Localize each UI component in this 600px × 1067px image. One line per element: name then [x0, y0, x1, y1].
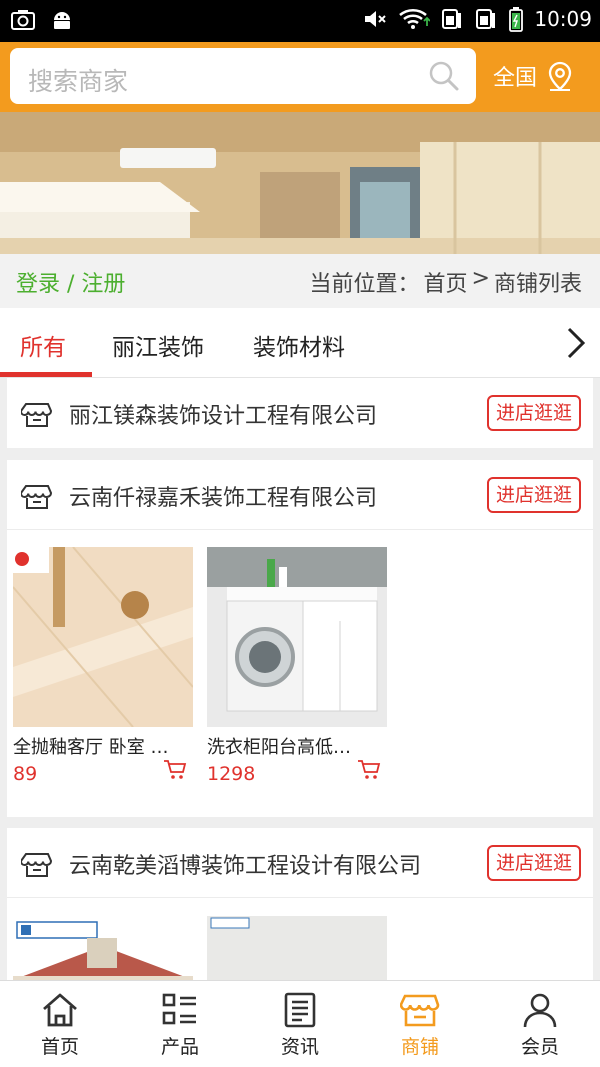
login-bar: 登录 / 注册 当前位置： 首页 > 商铺列表	[0, 254, 600, 308]
store-icon	[21, 485, 53, 509]
search-placeholder: 搜索商家	[28, 67, 129, 96]
product-image[interactable]	[207, 916, 387, 980]
breadcrumb-current: 商铺列表	[493, 272, 582, 297]
store-card-header[interactable]: 云南乾美滔博装饰工程设计有限公司 进店逛逛	[7, 828, 593, 898]
member-icon	[523, 993, 557, 1028]
nav-member[interactable]: 会员	[480, 981, 600, 1067]
chevron-right-icon[interactable]	[566, 326, 586, 360]
store-card-header[interactable]: 丽江镁森装饰设计工程有限公司 进店逛逛	[7, 378, 593, 448]
cart-icon[interactable]	[163, 759, 187, 781]
product-name[interactable]: 洗衣柜阳台高低…	[207, 733, 385, 759]
nav-products-label: 产品	[160, 1036, 199, 1058]
nav-member-label: 会员	[520, 1036, 559, 1058]
wall-product-photo	[207, 916, 387, 980]
product-image[interactable]	[13, 916, 193, 980]
category-tabs: 所有 丽江装饰 装饰材料	[0, 308, 600, 378]
signal-2-icon	[476, 9, 496, 29]
nav-news[interactable]: 资讯	[240, 981, 360, 1067]
search-header: 搜索商家 全国	[0, 42, 600, 112]
tab-decoration-materials[interactable]: 装饰材料	[253, 328, 345, 362]
mute-icon	[365, 11, 387, 27]
store-card: 云南仟禄嘉禾装饰工程有限公司 进店逛逛 全抛釉客厅 卧室 … 89 洗衣柜阳台高…	[7, 460, 593, 817]
laundry-cabinet-photo	[207, 547, 387, 727]
android-icon	[54, 12, 70, 29]
breadcrumb: 当前位置： 首页 > 商铺列表	[310, 266, 582, 298]
product-item[interactable]	[13, 916, 193, 980]
breadcrumb-prefix: 当前位置：	[309, 272, 420, 297]
store-icon	[21, 403, 53, 427]
store-card: 云南乾美滔博装饰工程设计有限公司 进店逛逛	[7, 828, 593, 980]
nav-news-label: 资讯	[280, 1036, 319, 1058]
active-tab-indicator	[0, 372, 92, 377]
search-input[interactable]: 搜索商家	[10, 48, 476, 104]
tab-all[interactable]: 所有	[20, 328, 66, 362]
tab-lijiang-decoration[interactable]: 丽江装饰	[112, 328, 204, 362]
store-icon	[21, 853, 53, 877]
nav-stores[interactable]: 商铺	[360, 981, 480, 1067]
login-register-link[interactable]: 登录 / 注册	[16, 266, 125, 298]
status-bar: 10:09	[0, 0, 600, 42]
product-name[interactable]: 全抛釉客厅 卧室 …	[13, 733, 191, 759]
breadcrumb-separator: >	[471, 266, 490, 291]
wifi-icon	[399, 8, 431, 29]
home-icon	[43, 993, 77, 1027]
product-image[interactable]	[207, 547, 387, 727]
product-list-icon	[162, 993, 196, 1025]
breadcrumb-home[interactable]: 首页	[424, 266, 468, 298]
nav-products[interactable]: 产品	[120, 981, 240, 1067]
status-time: 10:09	[534, 7, 592, 31]
visit-store-button[interactable]: 进店逛逛	[486, 477, 581, 513]
store-card: 丽江镁森装饰设计工程有限公司 进店逛逛	[7, 378, 593, 448]
store-card-header[interactable]: 云南仟禄嘉禾装饰工程有限公司 进店逛逛	[7, 460, 593, 530]
region-label: 全国	[493, 66, 538, 91]
store-name[interactable]: 云南乾美滔博装饰工程设计有限公司	[69, 848, 421, 880]
visit-store-button[interactable]: 进店逛逛	[486, 845, 581, 881]
product-item[interactable]: 洗衣柜阳台高低… 1298	[207, 547, 387, 785]
cart-icon[interactable]	[357, 759, 381, 781]
signal-1-icon	[442, 9, 462, 29]
nav-stores-label: 商铺	[400, 1036, 439, 1058]
bottom-navigation: 首页 产品 资讯 商铺 会员	[0, 980, 600, 1067]
store-name[interactable]: 云南仟禄嘉禾装饰工程有限公司	[69, 480, 377, 512]
location-pin-icon	[548, 61, 572, 91]
banner-illustration	[0, 112, 600, 254]
region-selector[interactable]: 全国	[493, 60, 575, 92]
tile-floor-photo	[13, 547, 193, 727]
search-icon[interactable]	[428, 60, 460, 92]
store-icon	[400, 994, 440, 1027]
visit-store-button[interactable]: 进店逛逛	[486, 395, 581, 431]
battery-icon	[509, 7, 524, 32]
product-item[interactable]	[207, 916, 387, 980]
product-item[interactable]: 全抛釉客厅 卧室 … 89	[13, 547, 193, 785]
product-image[interactable]	[13, 547, 193, 727]
screenshot-icon	[11, 10, 35, 30]
banner-image[interactable]	[0, 112, 600, 254]
store-name[interactable]: 丽江镁森装饰设计工程有限公司	[69, 398, 377, 430]
nav-home[interactable]: 首页	[0, 981, 120, 1067]
door-product-photo	[13, 916, 193, 980]
news-icon	[284, 992, 316, 1028]
nav-home-label: 首页	[40, 1036, 79, 1058]
